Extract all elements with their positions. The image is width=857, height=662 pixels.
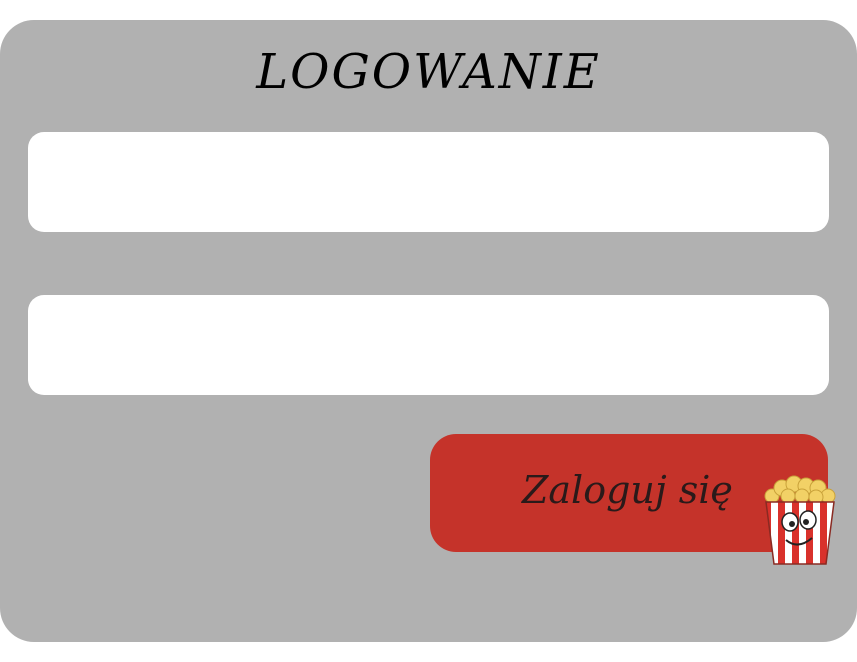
login-panel: LOGOWANIE Zaloguj się <box>0 20 857 642</box>
popcorn-icon <box>762 470 838 568</box>
login-button-label: Zaloguj się <box>522 468 733 512</box>
login-button[interactable]: Zaloguj się <box>430 434 836 565</box>
login-input[interactable] <box>28 132 829 232</box>
password-input[interactable] <box>28 295 829 395</box>
page-title: LOGOWANIE <box>256 44 601 100</box>
